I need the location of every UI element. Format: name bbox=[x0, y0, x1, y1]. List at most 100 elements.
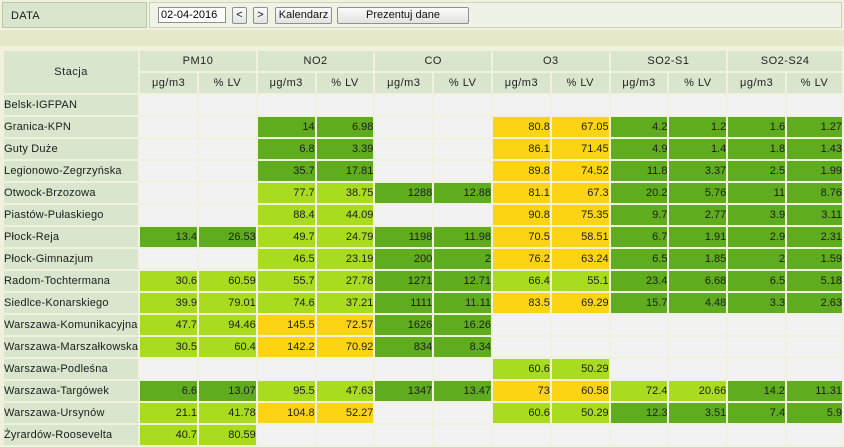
table-row: Płock-Gimnazjum 46.5 23.19 200 2 76.2 63.24 6.5… bbox=[4, 249, 842, 269]
unit-header-ugm3: μg/m3 bbox=[493, 73, 550, 93]
unit-header-lv: % LV bbox=[787, 73, 842, 93]
percent-lv-cell: 37.21 bbox=[316, 293, 374, 313]
percent-lv-cell: 94.46 bbox=[199, 315, 256, 335]
next-day-button[interactable]: > bbox=[253, 7, 268, 24]
percent-lv-cell bbox=[434, 205, 492, 225]
percent-lv-cell: 6.98 bbox=[316, 117, 374, 137]
table-row: Piastów-Pułaskiego 88.4 44.09 90.8 75.35 9.7 2… bbox=[4, 205, 842, 225]
measurements-table: Stacja PM10 NO2 CO O3 SO2-S1 SO2-S24 μg/… bbox=[2, 49, 844, 447]
concentration-cell: 46.5 bbox=[257, 249, 315, 269]
station-name: Otwock-Brzozowa bbox=[4, 183, 139, 203]
concentration-cell bbox=[140, 139, 198, 159]
pollutant-header-so2-s1: SO2-S1 bbox=[610, 51, 727, 71]
concentration-cell bbox=[375, 359, 433, 379]
station-name: Żyrardów-Roosevelta bbox=[4, 425, 139, 445]
percent-lv-cell bbox=[199, 359, 256, 379]
percent-lv-cell bbox=[434, 161, 492, 181]
concentration-cell: 6.5 bbox=[728, 271, 786, 291]
percent-lv-cell: 74.52 bbox=[551, 161, 609, 181]
concentration-cell: 88.4 bbox=[257, 205, 315, 225]
percent-lv-cell: 70.92 bbox=[316, 337, 374, 357]
concentration-cell: 76.2 bbox=[493, 249, 550, 269]
percent-lv-cell: 6.68 bbox=[669, 271, 727, 291]
concentration-cell bbox=[728, 95, 786, 115]
calendar-button[interactable]: Kalendarz bbox=[275, 7, 332, 24]
concentration-cell: 1.8 bbox=[728, 139, 786, 159]
percent-lv-cell: 8.34 bbox=[434, 337, 492, 357]
concentration-cell bbox=[257, 359, 315, 379]
percent-lv-cell bbox=[669, 337, 727, 357]
percent-lv-cell: 1.43 bbox=[787, 139, 842, 159]
concentration-cell bbox=[140, 359, 198, 379]
percent-lv-cell: 3.37 bbox=[669, 161, 727, 181]
concentration-cell bbox=[493, 95, 550, 115]
unit-header-ugm3: μg/m3 bbox=[610, 73, 668, 93]
percent-lv-cell: 3.39 bbox=[316, 139, 374, 159]
show-data-button[interactable]: Prezentuj dane bbox=[337, 7, 469, 24]
concentration-cell: 74.6 bbox=[257, 293, 315, 313]
previous-day-button[interactable]: < bbox=[232, 7, 247, 24]
percent-lv-cell: 12.88 bbox=[434, 183, 492, 203]
station-name: Warszawa-Podleśna bbox=[4, 359, 139, 379]
percent-lv-cell: 8.76 bbox=[787, 183, 842, 203]
concentration-cell: 15.7 bbox=[610, 293, 668, 313]
date-input[interactable] bbox=[158, 7, 226, 23]
concentration-cell bbox=[140, 117, 198, 137]
percent-lv-cell bbox=[199, 161, 256, 181]
percent-lv-cell: 60.58 bbox=[551, 381, 609, 401]
concentration-cell bbox=[375, 403, 433, 423]
concentration-cell: 83.5 bbox=[493, 293, 550, 313]
concentration-cell: 104.8 bbox=[257, 403, 315, 423]
unit-header-ugm3: μg/m3 bbox=[257, 73, 315, 93]
percent-lv-cell: 4.48 bbox=[669, 293, 727, 313]
percent-lv-cell: 11.98 bbox=[434, 227, 492, 247]
concentration-cell: 1271 bbox=[375, 271, 433, 291]
percent-lv-cell: 2 bbox=[434, 249, 492, 269]
percent-lv-cell: 11.11 bbox=[434, 293, 492, 313]
concentration-cell: 89.8 bbox=[493, 161, 550, 181]
percent-lv-cell: 55.1 bbox=[551, 271, 609, 291]
unit-header-lv: % LV bbox=[434, 73, 492, 93]
concentration-cell: 1111 bbox=[375, 293, 433, 313]
concentration-cell: 30.5 bbox=[140, 337, 198, 357]
concentration-cell bbox=[140, 183, 198, 203]
concentration-cell: 1626 bbox=[375, 315, 433, 335]
table-row: Warszawa-Targówek 6.6 13.07 95.5 47.63 1347 13… bbox=[4, 381, 842, 401]
station-name: Płock-Gimnazjum bbox=[4, 249, 139, 269]
percent-lv-cell: 79.01 bbox=[199, 293, 256, 313]
station-column-header: Stacja bbox=[4, 51, 139, 93]
station-name: Piastów-Pułaskiego bbox=[4, 205, 139, 225]
percent-lv-cell bbox=[787, 95, 842, 115]
station-name: Siedlce-Konarskiego bbox=[4, 293, 139, 313]
table-row: Żyrardów-Roosevelta 40.7 80.59 bbox=[4, 425, 842, 445]
concentration-cell: 2.5 bbox=[728, 161, 786, 181]
percent-lv-cell bbox=[434, 95, 492, 115]
station-name: Belsk-IGFPAN bbox=[4, 95, 139, 115]
percent-lv-cell: 71.45 bbox=[551, 139, 609, 159]
concentration-cell bbox=[493, 425, 550, 445]
unit-header-ugm3: μg/m3 bbox=[728, 73, 786, 93]
concentration-cell bbox=[610, 315, 668, 335]
concentration-cell: 3.9 bbox=[728, 205, 786, 225]
percent-lv-cell bbox=[316, 359, 374, 379]
percent-lv-cell bbox=[199, 95, 256, 115]
concentration-cell bbox=[375, 161, 433, 181]
percent-lv-cell: 11.31 bbox=[787, 381, 842, 401]
concentration-cell: 4.2 bbox=[610, 117, 668, 137]
station-name: Warszawa-Marszałkowska bbox=[4, 337, 139, 357]
concentration-cell: 13.4 bbox=[140, 227, 198, 247]
concentration-cell: 73 bbox=[493, 381, 550, 401]
unit-header-ugm3: μg/m3 bbox=[375, 73, 433, 93]
concentration-cell bbox=[610, 425, 668, 445]
concentration-cell: 66.4 bbox=[493, 271, 550, 291]
concentration-cell: 2.9 bbox=[728, 227, 786, 247]
percent-lv-cell bbox=[787, 315, 842, 335]
unit-header-lv: % LV bbox=[199, 73, 256, 93]
concentration-cell: 11 bbox=[728, 183, 786, 203]
percent-lv-cell: 16.26 bbox=[434, 315, 492, 335]
table-row: Warszawa-Podleśna 60.6 50.29 bbox=[4, 359, 842, 379]
percent-lv-cell: 41.78 bbox=[199, 403, 256, 423]
concentration-cell: 14.2 bbox=[728, 381, 786, 401]
table-row: Granica-KPN 14 6.98 80.8 67.05 4.2 1.2 1.6 1.27 bbox=[4, 117, 842, 137]
concentration-cell: 200 bbox=[375, 249, 433, 269]
